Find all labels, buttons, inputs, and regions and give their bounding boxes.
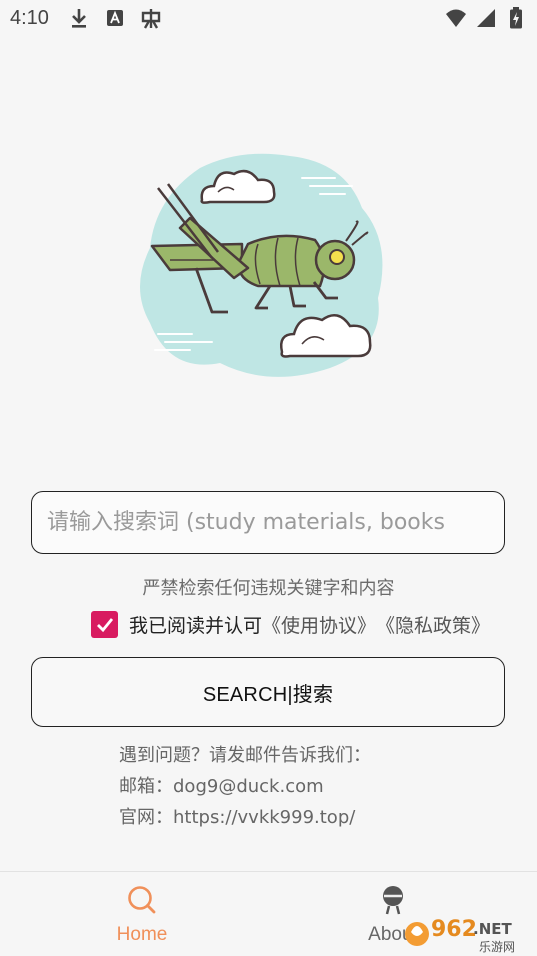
status-notification-icons [68, 6, 162, 30]
watermark-logo: 962 .NET 乐游网 [405, 917, 515, 954]
check-icon [96, 617, 113, 632]
contact-website: 官网：https://vvkk999.top/ [119, 807, 356, 828]
battery-icon [505, 6, 527, 30]
status-bar: 4:10 [0, 0, 537, 36]
terms-link[interactable]: 《使用协议》 [262, 611, 376, 638]
nav-home[interactable]: Home [42, 872, 242, 956]
search-button[interactable]: SEARCH|搜索 [31, 657, 505, 727]
privacy-link[interactable]: 《隐私政策》 [376, 611, 490, 638]
svg-text:.NET: .NET [473, 920, 512, 938]
warning-text: 严禁检索任何违规关键字和内容 [142, 578, 395, 599]
agreement-checkbox[interactable] [91, 611, 118, 638]
status-time: 4:10 [10, 7, 49, 29]
grasshopper-illustration [140, 153, 383, 377]
search-input[interactable] [32, 492, 504, 553]
wifi-icon [445, 6, 467, 30]
contact-info: 遇到问题？请发邮件告诉我们： 邮箱：dog9@duck.com 官网：https… [119, 740, 371, 833]
svg-text:962: 962 [431, 917, 477, 942]
status-system-icons [445, 6, 527, 30]
search-box[interactable] [31, 491, 505, 554]
a-font-icon [104, 6, 126, 30]
svg-text:乐游网: 乐游网 [479, 940, 515, 954]
search-icon [128, 886, 156, 914]
download-icon [68, 6, 90, 30]
agreement-text: 我已阅读并认可 [129, 615, 263, 637]
contact-prompt: 遇到问题？请发邮件告诉我们： [119, 745, 371, 766]
signal-icon [475, 6, 497, 30]
bug-icon [140, 6, 162, 30]
contact-email: 邮箱：dog9@duck.com [119, 776, 324, 797]
agreement-row: 我已阅读并认可 《使用协议》 《隐私政策》 [91, 611, 490, 638]
app-screen: 4:10 请输入搜索词 (study materials, books 严禁检索… [0, 0, 537, 956]
nav-home-label: Home [116, 924, 168, 945]
